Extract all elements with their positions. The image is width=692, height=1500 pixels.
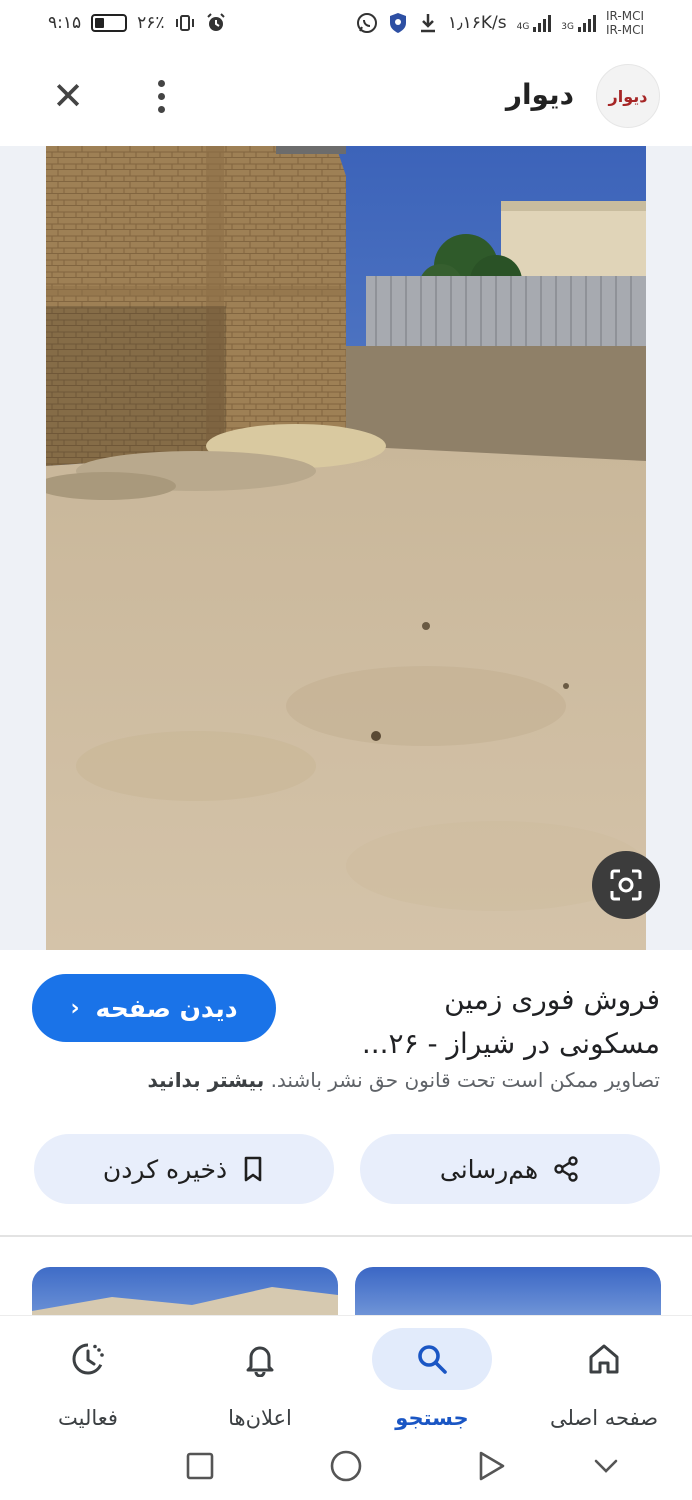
home-button-icon[interactable] (326, 1446, 366, 1486)
home-icon (544, 1328, 664, 1390)
nav-notifications[interactable]: اعلان‌ها (190, 1316, 330, 1433)
search-icon (372, 1328, 492, 1390)
nav-notifications-label: اعلان‌ها (228, 1406, 292, 1430)
whatsapp-icon (356, 13, 377, 33)
share-icon (554, 1156, 578, 1182)
battery-level: ۲۶٪ (137, 13, 165, 33)
lens-search-icon[interactable] (592, 851, 660, 919)
nav-home[interactable]: صفحه اصلی (534, 1316, 674, 1433)
nav-search[interactable]: جستجو (362, 1316, 502, 1433)
related-image-thumbnail[interactable] (32, 1267, 338, 1315)
result-info: دیدن صفحه ‹ فروش فوری زمین مسکونی در شیر… (0, 950, 692, 1235)
status-bar: ۹:۱۵ ۲۶٪ ۱٫۱۶K/s 4G 3G IR-MCI IR-MCI (0, 0, 692, 46)
signal-3g-icon: 3G (561, 14, 596, 32)
bookmark-icon (244, 1156, 262, 1182)
signal-4g-icon: 4G (517, 14, 552, 32)
carrier-labels: IR-MCI IR-MCI (606, 9, 644, 37)
nav-home-label: صفحه اصلی (549, 1406, 659, 1430)
chevron-left-icon: ‹ (70, 995, 80, 1021)
activity-icon (28, 1328, 148, 1390)
nav-activity[interactable]: فعالیت (18, 1316, 158, 1433)
share-button[interactable]: هم‌رسانی (360, 1134, 660, 1204)
copyright-notice: تصاویر ممکن است تحت قانون حق نشر باشند. … (20, 1068, 660, 1092)
result-title[interactable]: فروش فوری زمین مسکونی در شیراز - ۲۶... (320, 978, 660, 1066)
back-icon[interactable] (472, 1446, 512, 1486)
status-right: ۱٫۱۶K/s 4G 3G IR-MCI IR-MCI (356, 9, 644, 37)
chevron-down-icon[interactable] (586, 1446, 626, 1486)
system-navigation-bar (0, 1432, 692, 1500)
save-label: ذخیره کردن (102, 1154, 228, 1184)
shield-app-icon (389, 13, 406, 33)
site-name: دیوار (505, 78, 574, 111)
nav-search-label: جستجو (395, 1406, 469, 1430)
result-photo[interactable] (46, 146, 646, 950)
status-left: ۹:۱۵ ۲۶٪ (48, 12, 227, 34)
visit-page-label: دیدن صفحه (95, 993, 238, 1023)
related-image-thumbnail[interactable] (355, 1267, 661, 1315)
alarm-icon (206, 13, 225, 31)
recents-icon[interactable] (180, 1446, 220, 1486)
network-speed: ۱٫۱۶K/s (447, 13, 507, 33)
save-button[interactable]: ذخیره کردن (34, 1134, 334, 1204)
clock: ۹:۱۵ (48, 13, 82, 33)
more-vert-icon[interactable] (146, 76, 176, 116)
app-bar: ✕ دیوار دیوار (0, 46, 692, 146)
result-title-line-1: فروش فوری زمین (444, 983, 660, 1016)
nav-activity-label: فعالیت (58, 1406, 118, 1430)
battery-icon (91, 14, 128, 32)
bell-icon (200, 1328, 320, 1390)
site-logo: دیوار (596, 64, 660, 128)
vibrate-icon (175, 15, 194, 31)
share-label: هم‌رسانی (439, 1154, 539, 1184)
bottom-navigation: صفحه اصلی جستجو اعلان‌ها فعالیت (0, 1315, 692, 1432)
photo-graphic (46, 146, 646, 950)
visit-page-button[interactable]: دیدن صفحه ‹ (32, 974, 276, 1042)
download-icon (420, 14, 435, 33)
copyright-text: تصاویر ممکن است تحت قانون حق نشر باشند. (270, 1068, 660, 1092)
related-images (0, 1237, 692, 1315)
close-icon[interactable]: ✕ (48, 76, 88, 116)
image-viewer (0, 146, 692, 950)
learn-more-link[interactable]: بیشتر بدانید (147, 1068, 264, 1092)
result-title-line-2: مسکونی در شیراز - ۲۶... (361, 1027, 660, 1060)
